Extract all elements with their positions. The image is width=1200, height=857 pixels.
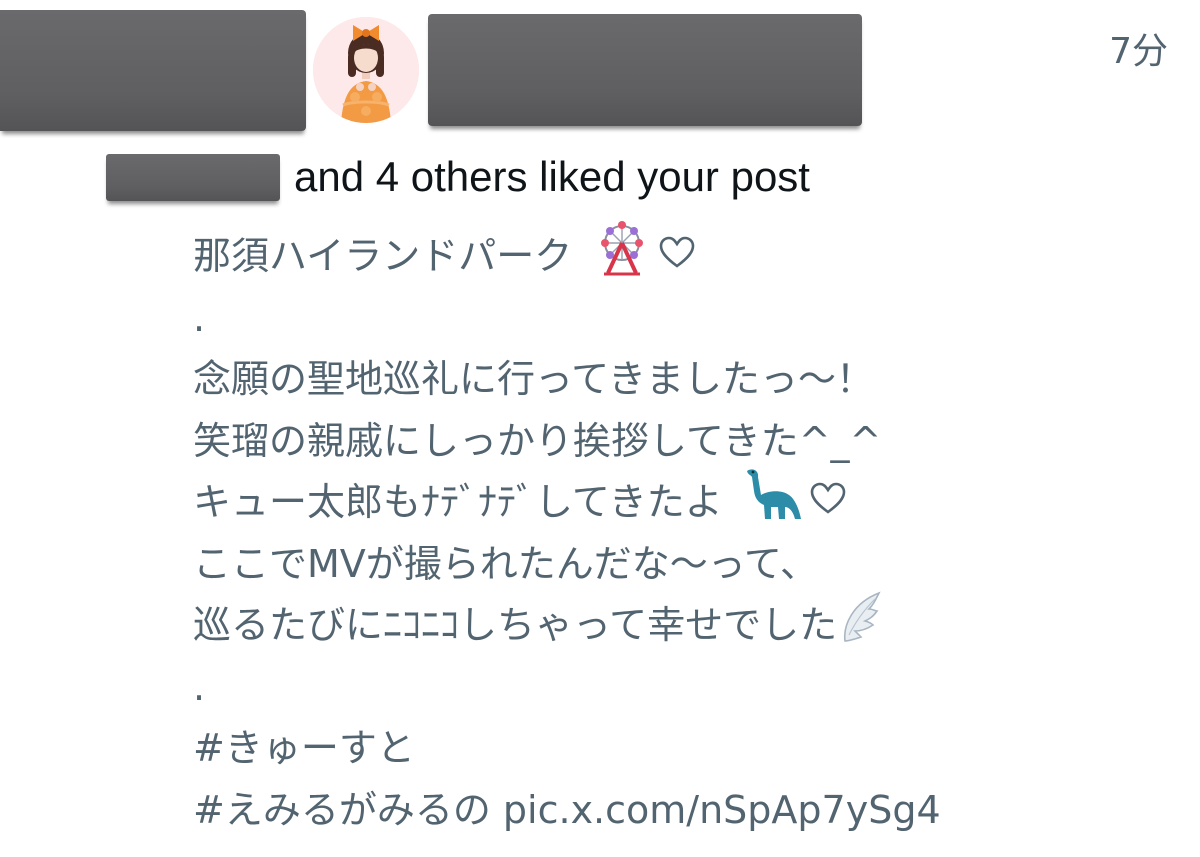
- hashtag-link-line[interactable]: #えみるがみるの pic.x.com/nSpAp7ySg4: [193, 780, 1173, 842]
- avatar-image: [313, 17, 419, 123]
- redacted-username: [106, 154, 280, 201]
- post-body[interactable]: 那須ハイランドパーク . 念願の聖地巡礼に行ってきましたっ〜！ 笑瑠の親戚にしっ…: [193, 220, 1173, 842]
- post-line: .: [193, 295, 206, 340]
- post-line: .: [193, 664, 206, 709]
- notification-summary: and 4 others liked your post: [294, 153, 810, 200]
- hashtag-line[interactable]: #きゅーすと: [193, 718, 1173, 780]
- post-line: 笑瑠の親戚にしっかり挨拶してきた^_^: [193, 418, 882, 463]
- redacted-block-left: [0, 10, 306, 131]
- post-line: ここでMVが撮られたんだな〜って、: [193, 541, 818, 586]
- post-line: 念願の聖地巡礼に行ってきましたっ〜！: [193, 357, 874, 401]
- dinosaur-icon: [741, 465, 803, 542]
- profile-avatar[interactable]: [313, 17, 419, 123]
- wing-icon: [839, 589, 883, 664]
- timestamp: 7分: [1109, 31, 1168, 72]
- heart-outline-icon: [809, 472, 847, 534]
- heart-outline-icon: [658, 226, 696, 288]
- redacted-block-right: [428, 14, 862, 126]
- ferris-wheel-icon: [592, 219, 652, 296]
- post-line: キュー太郎もﾅﾃﾞﾅﾃﾞしてきたよ: [193, 468, 1173, 534]
- post-line: 巡るたびにﾆｺﾆｺしちゃって幸せでした: [193, 591, 1173, 657]
- post-line: 那須ハイランドパーク: [193, 220, 1173, 288]
